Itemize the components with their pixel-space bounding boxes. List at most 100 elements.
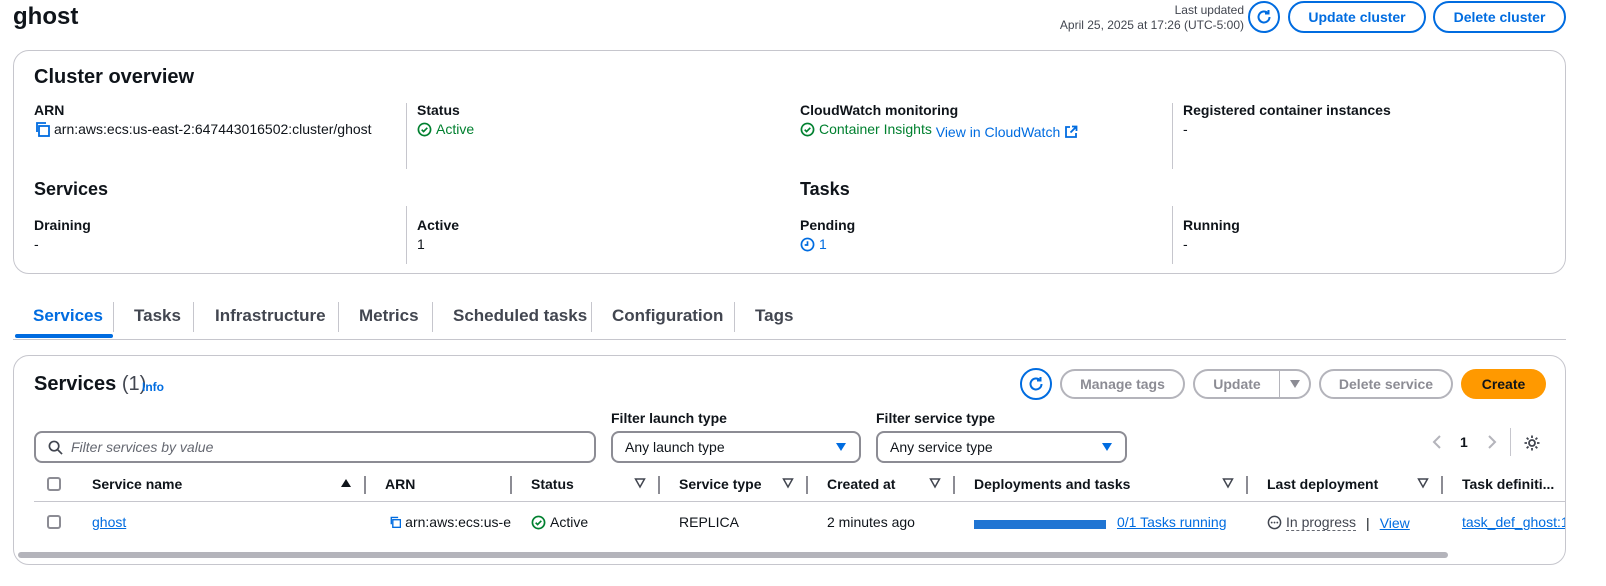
service-name-link[interactable]: ghost [92,514,126,530]
column-resizer[interactable] [364,476,366,494]
caret-down-icon[interactable] [1289,379,1301,389]
refresh-services-button[interactable] [1020,368,1052,400]
tasks-progress-bar [974,520,1106,529]
split-divider [1279,371,1280,397]
view-in-cloudwatch-link[interactable]: View in CloudWatch [936,122,1079,142]
tab-tasks[interactable]: Tasks [134,306,181,326]
horizontal-scrollbar[interactable] [14,550,1565,560]
column-arn[interactable]: ARN [385,476,415,492]
row-status-value: Active [550,514,589,530]
chevron-right-icon[interactable] [1487,434,1497,450]
manage-tags-button[interactable]: Manage tags [1060,369,1185,399]
in-progress-status[interactable]: In progress [1286,514,1357,531]
column-resizer[interactable] [658,476,660,494]
delete-cluster-button[interactable]: Delete cluster [1433,1,1566,33]
registered-instances-value: - [1183,121,1188,137]
copy-icon[interactable] [389,514,402,530]
service-type-select[interactable]: Any service type [876,431,1127,463]
row-status: Active [531,514,588,530]
column-status[interactable]: Status [531,476,574,492]
status-value: Active [436,121,475,137]
copy-icon[interactable] [34,121,50,137]
last-updated-label: Last updated [1174,3,1244,17]
tab-scheduled-tasks[interactable]: Scheduled tasks [453,306,587,326]
clock-icon [800,237,815,251]
column-deployments-and-tasks[interactable]: Deployments and tasks [974,476,1130,492]
view-deployment-link[interactable]: View [1380,515,1410,531]
scrollbar-thumb[interactable] [18,552,1448,558]
sort-icon[interactable] [1222,477,1234,489]
tab-services[interactable]: Services [33,306,103,326]
sort-icon[interactable] [634,477,646,489]
table-row: ghost arn:aws:ecs:us-e Active REPLICA 2 … [34,504,1565,544]
arn-field: ARN arn:aws:ecs:us-east-2:647443016502:c… [34,101,372,140]
tab-divider [113,302,114,332]
filter-service-label: Filter service type [876,410,996,426]
cluster-overview-panel: Cluster overview ARN arn:aws:ecs:us-east… [13,50,1566,274]
in-progress-icon [1267,515,1282,530]
services-heading: Services [34,179,109,199]
active-label: Active [417,217,460,233]
column-task-definition[interactable]: Task definiti... [1462,476,1554,492]
sort-icon[interactable] [929,477,941,489]
chevron-left-icon[interactable] [1432,434,1442,450]
tasks-running-link[interactable]: 0/1 Tasks running [1117,514,1226,530]
page-title: ghost [13,3,79,30]
column-resizer[interactable] [953,476,955,494]
external-link-icon [1065,125,1078,138]
gear-icon[interactable] [1523,434,1541,452]
registered-instances-label: Registered container instances [1183,102,1391,118]
pending-value-link[interactable]: 1 [800,234,827,254]
column-created-at[interactable]: Created at [827,476,895,492]
sort-icon[interactable] [1417,477,1429,489]
tab-tags[interactable]: Tags [755,306,793,326]
create-service-button[interactable]: Create [1461,369,1546,399]
tab-divider [432,302,433,332]
row-service-type: REPLICA [679,514,739,530]
services-title: Services (1) [34,373,146,396]
sort-icon[interactable] [782,477,794,489]
row-checkbox[interactable] [47,515,61,529]
column-resizer[interactable] [510,476,512,494]
active-services-field: Active 1 [417,216,459,254]
search-icon [48,440,63,455]
refresh-cluster-button[interactable] [1248,1,1280,33]
update-cluster-button[interactable]: Update cluster [1288,1,1426,33]
task-definition-link[interactable]: task_def_ghost:1 [1462,514,1565,530]
table-header: Service name ARN Status Service type Cre… [34,470,1565,502]
info-link[interactable]: Info [142,380,164,394]
tab-metrics[interactable]: Metrics [359,306,419,326]
launch-type-select[interactable]: Any launch type [611,431,861,463]
services-title-text: Services [34,373,117,395]
search-input[interactable]: Filter services by value [34,431,596,463]
select-all-checkbox[interactable] [47,477,61,491]
running-field: Running - [1183,216,1240,254]
arn-value: arn:aws:ecs:us-east-2:647443016502:clust… [54,121,372,137]
active-value: 1 [417,236,425,252]
page-number[interactable]: 1 [1460,434,1468,450]
container-insights-value: Container Insights [819,121,932,137]
view-in-cloudwatch-label: View in CloudWatch [935,123,1061,140]
delete-service-button[interactable]: Delete service [1319,369,1453,399]
tab-infrastructure[interactable]: Infrastructure [215,306,326,326]
update-service-button[interactable]: Update [1193,369,1311,399]
draining-label: Draining [34,217,91,233]
column-service-type[interactable]: Service type [679,476,762,492]
refresh-icon [1257,10,1271,24]
row-last-deployment: In progress | View [1267,514,1410,531]
update-service-label: Update [1213,376,1261,392]
filter-launch-label: Filter launch type [611,410,727,426]
divider [406,103,407,169]
service-type-value: Any service type [890,439,993,455]
separator: | [1366,514,1370,531]
column-last-deployment[interactable]: Last deployment [1267,476,1378,492]
sort-asc-icon[interactable] [340,477,352,489]
arn-value-row: arn:aws:ecs:us-east-2:647443016502:clust… [34,119,372,139]
column-resizer[interactable] [1441,476,1443,494]
column-resizer[interactable] [1246,476,1248,494]
tab-configuration[interactable]: Configuration [612,306,723,326]
column-resizer[interactable] [806,476,808,494]
tasks-heading: Tasks [800,179,850,199]
container-insights-row: Container Insights [800,119,932,139]
column-service-name[interactable]: Service name [92,476,182,492]
